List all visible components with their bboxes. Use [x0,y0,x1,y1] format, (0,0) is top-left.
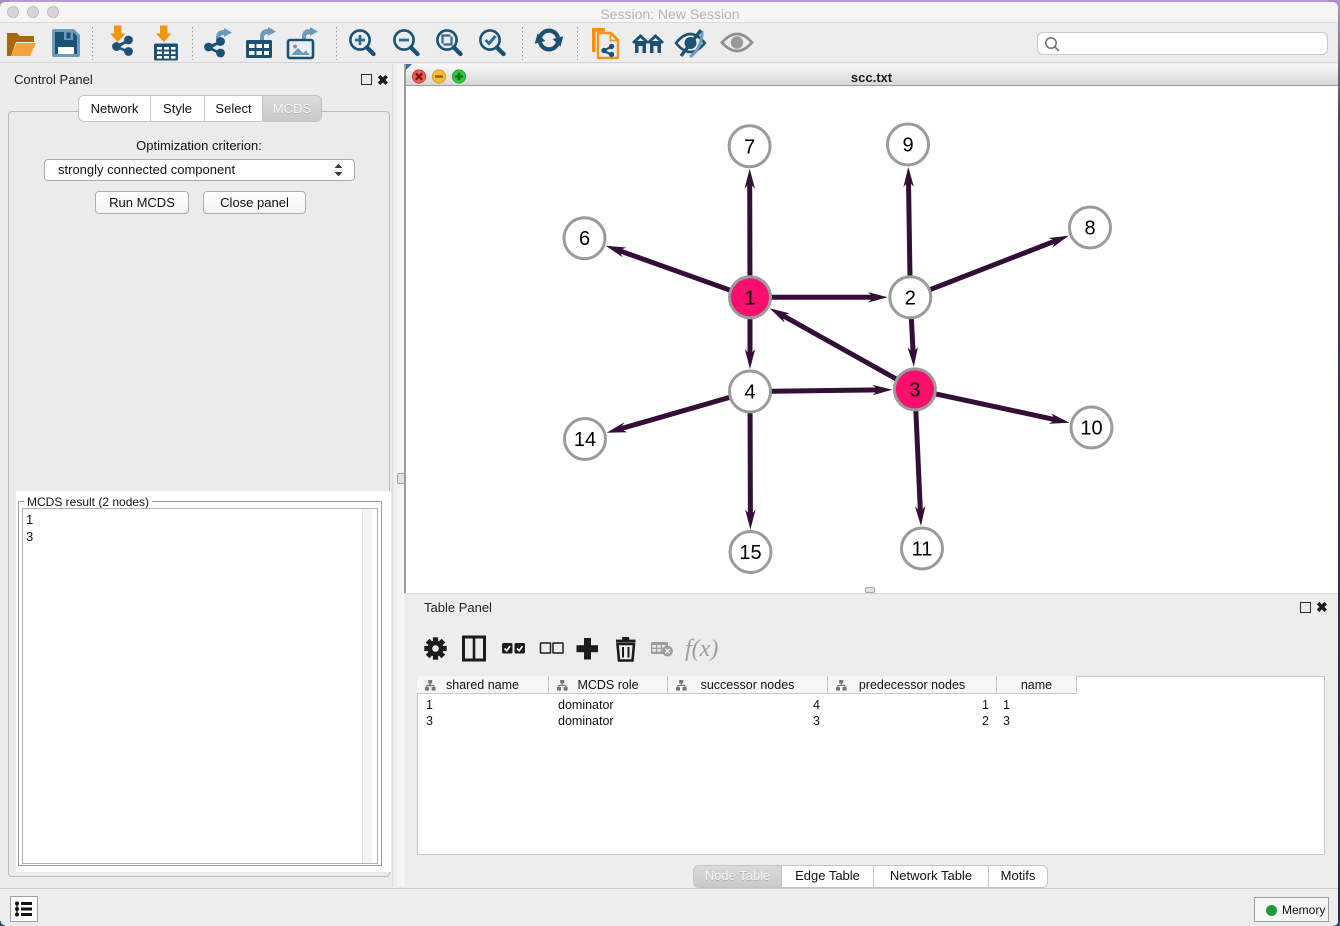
svg-text:f(x): f(x) [685,636,718,662]
svg-text:7: 7 [744,136,755,158]
svg-text:1: 1 [744,287,755,309]
svg-text:9: 9 [902,135,913,157]
svg-text:8: 8 [1084,218,1095,240]
svg-text:4: 4 [744,382,755,404]
svg-text:2: 2 [905,287,916,309]
svg-text:10: 10 [1080,418,1102,440]
svg-text:6: 6 [579,228,590,250]
svg-text:15: 15 [739,542,761,564]
svg-text:14: 14 [574,429,596,451]
svg-text:11: 11 [912,539,933,561]
svg-text:3: 3 [909,379,920,401]
